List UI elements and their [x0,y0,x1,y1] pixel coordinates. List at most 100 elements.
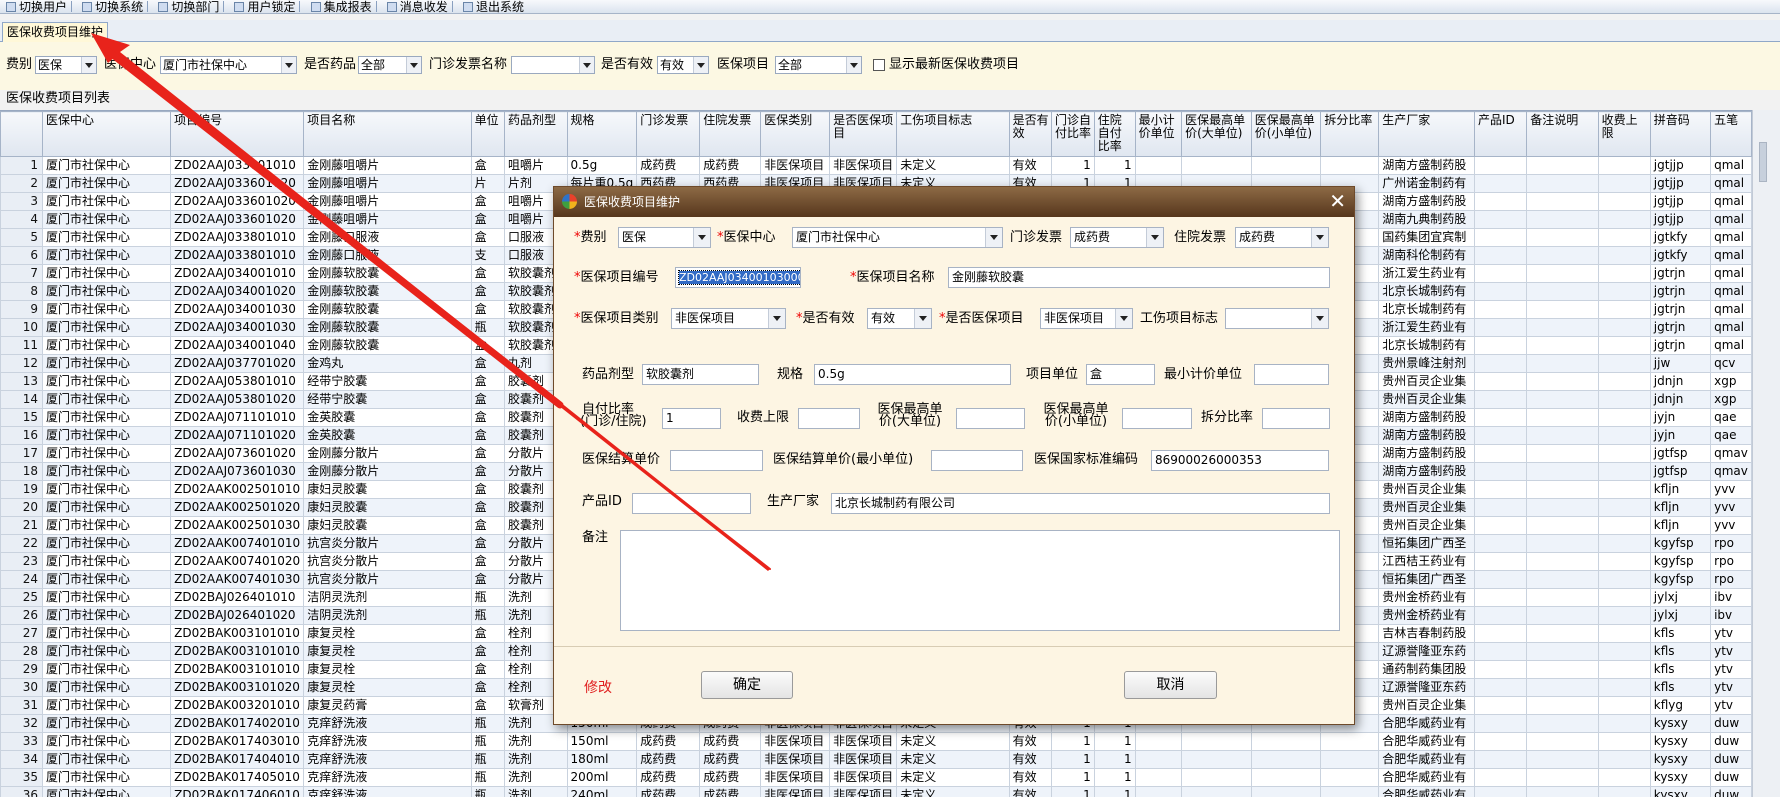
table-cell: 辽源誉隆亚东药 [1378,678,1476,697]
table-cell: 1 [1093,156,1136,175]
column-header[interactable]: 生产厂家 [1378,111,1476,157]
table-cell: ZD02BAK017404010 [170,750,305,769]
messages-button[interactable]: 消息收发 [386,1,448,13]
dlg-valid-select[interactable]: 有效 [867,308,932,329]
table-cell: 成药费 [699,750,762,769]
ok-button[interactable]: 确定 [701,671,793,699]
table-cell: ZD02AAJ073601020 [170,444,305,463]
dlg-national-code-input[interactable]: 86900026000353 [1151,450,1329,471]
dlg-code-input[interactable]: ZD02AAJ0340010300026 [675,267,801,288]
table-cell [1597,408,1651,427]
column-header[interactable]: 产品ID [1474,111,1528,157]
table-cell: jgtkfy [1649,246,1712,265]
table-cell: 瓶 [470,768,505,787]
table-cell [1474,390,1528,409]
scrollbar-thumb[interactable] [1759,142,1767,182]
lock-user-button[interactable]: 用户锁定 [234,1,295,13]
column-header[interactable]: 备注说明 [1526,111,1599,157]
dlg-center-select[interactable]: 厦门市社保中心 [792,227,1003,248]
column-header[interactable]: 项目名称 [303,111,472,157]
table-cell: jgtkfy [1649,228,1712,247]
dlg-name-input[interactable]: 金刚藤软胶囊 [948,267,1330,288]
switch-system-button[interactable]: 切换系统 [82,1,143,13]
table-cell [1597,372,1651,391]
table-cell [1250,786,1322,797]
dlg-injury-select[interactable] [1225,308,1329,329]
dlg-product-id-input[interactable] [632,493,751,514]
switch-user-button[interactable]: 切换用户 [6,1,67,13]
latest-items-checkbox[interactable] [873,59,885,71]
dlg-dosage-input[interactable]: 软胶囊剂 [642,364,759,385]
column-header[interactable]: 医保中心 [42,111,172,157]
tab-insurance-items[interactable]: 医保收费项目维护 [2,22,109,42]
fee-type-select[interactable]: 医保 [35,56,97,74]
center-select[interactable]: 厦门市社保中心 [160,56,297,74]
dlg-code-label: *医保项目编号 [574,270,659,285]
dlg-self-pay-input[interactable]: 1 [662,408,721,429]
invoice-name-select[interactable] [511,56,595,74]
close-icon[interactable]: ✕ [1329,190,1346,212]
column-header[interactable]: 医保最高单价(小单位) [1250,111,1322,157]
column-header[interactable] [0,111,44,157]
column-header[interactable]: 工伤项目标志 [896,111,1010,157]
dlg-category-select[interactable]: 非医保项目 [671,308,786,329]
column-header[interactable]: 药品剂型 [503,111,568,157]
table-cell: 盒 [470,390,505,409]
is-drug-select[interactable]: 全部 [358,56,422,74]
dlg-settle-min-input[interactable] [931,450,1023,471]
dlg-maker-input[interactable]: 北京长城制药有限公司 [831,493,1330,514]
dlg-settle-input[interactable] [670,450,763,471]
column-header[interactable]: 拼音码 [1649,111,1712,157]
table-cell: ibv [1710,606,1752,625]
table-row[interactable]: 35 厦门市社保中心 ZD02BAK017405010 克痒舒洗液瓶洗剂 200ml 成药… [0,768,1752,787]
dlg-is-ins-select[interactable]: 非医保项目 [1040,308,1133,329]
dlg-limit-input[interactable] [798,408,860,429]
dlg-is-ins-label: *是否医保项目 [939,311,1024,326]
table-row[interactable]: 34 厦门市社保中心 ZD02BAK017404010 克痒舒洗液瓶洗剂 180ml 成药… [0,750,1752,769]
dlg-remark-textarea[interactable] [620,530,1340,631]
column-header[interactable]: 五笔 [1710,111,1752,157]
column-header[interactable]: 医保类别 [760,111,831,157]
reports-button[interactable]: 集成报表 [310,1,372,13]
dlg-spec-input[interactable]: 0.5g [814,364,1011,385]
column-header[interactable]: 医保最高单价(大单位) [1181,111,1252,157]
table-cell: 金刚藤分散片 [303,462,472,481]
column-header[interactable]: 住院发票 [699,111,762,157]
table-row[interactable]: 1 厦门市社保中心 ZD02AAJ033601010 金刚藤咀嚼片盒咀嚼片 0.5g 成药… [0,156,1752,175]
column-header[interactable]: 收费上限 [1597,111,1651,157]
switch-dept-button[interactable]: 切换部门 [158,1,219,13]
column-header[interactable]: 门诊发票 [636,111,701,157]
dlg-fee-type-select[interactable]: 医保 [618,227,711,248]
dlg-max-small-input[interactable] [1122,408,1192,429]
table-cell [1597,228,1651,247]
column-header[interactable]: 项目编号 [170,111,305,157]
table-row[interactable]: 33 厦门市社保中心 ZD02BAK017403010 克痒舒洗液瓶洗剂 150ml 成药… [0,732,1752,751]
grid-vertical-scrollbar[interactable] [1752,110,1780,797]
dlg-op-invoice-select[interactable]: 成药费 [1070,227,1164,248]
table-cell: 贵州百灵企业集 [1378,498,1476,517]
column-header[interactable]: 规格 [566,111,638,157]
item-select[interactable]: 全部 [775,56,862,74]
valid-select[interactable]: 有效 [657,56,709,74]
table-cell [1250,750,1322,769]
dlg-unit-input[interactable]: 盒 [1086,364,1155,385]
dlg-split-input[interactable] [1262,408,1330,429]
column-header[interactable]: 单位 [470,111,505,157]
column-header[interactable]: 门诊自付比率 [1051,111,1095,157]
column-header[interactable]: 是否有效 [1008,111,1053,157]
dlg-min-unit-input[interactable] [1254,364,1329,385]
dlg-national-code-label: 医保国家标准编码 [1034,452,1139,467]
exit-button[interactable]: 退出系统 [462,1,524,13]
table-cell [1474,750,1528,769]
table-cell: 厦门市社保中心 [42,318,172,337]
column-header[interactable]: 拆分比率 [1320,111,1380,157]
table-row[interactable]: 36 厦门市社保中心 ZD02BAK017406010 克痒舒洗液瓶洗剂 240ml 成药… [0,786,1752,797]
table-cell: kfljn [1649,498,1712,517]
column-header[interactable]: 最小计价单位 [1134,111,1183,157]
cancel-button[interactable]: 取消 [1124,671,1217,699]
table-cell: ZD02BAK017403010 [170,732,305,751]
dlg-max-big-input[interactable] [956,408,1025,429]
column-header[interactable]: 是否医保项目 [829,111,898,157]
column-header[interactable]: 住院自付比率 [1093,111,1136,157]
dlg-ip-invoice-select[interactable]: 成药费 [1235,227,1329,248]
